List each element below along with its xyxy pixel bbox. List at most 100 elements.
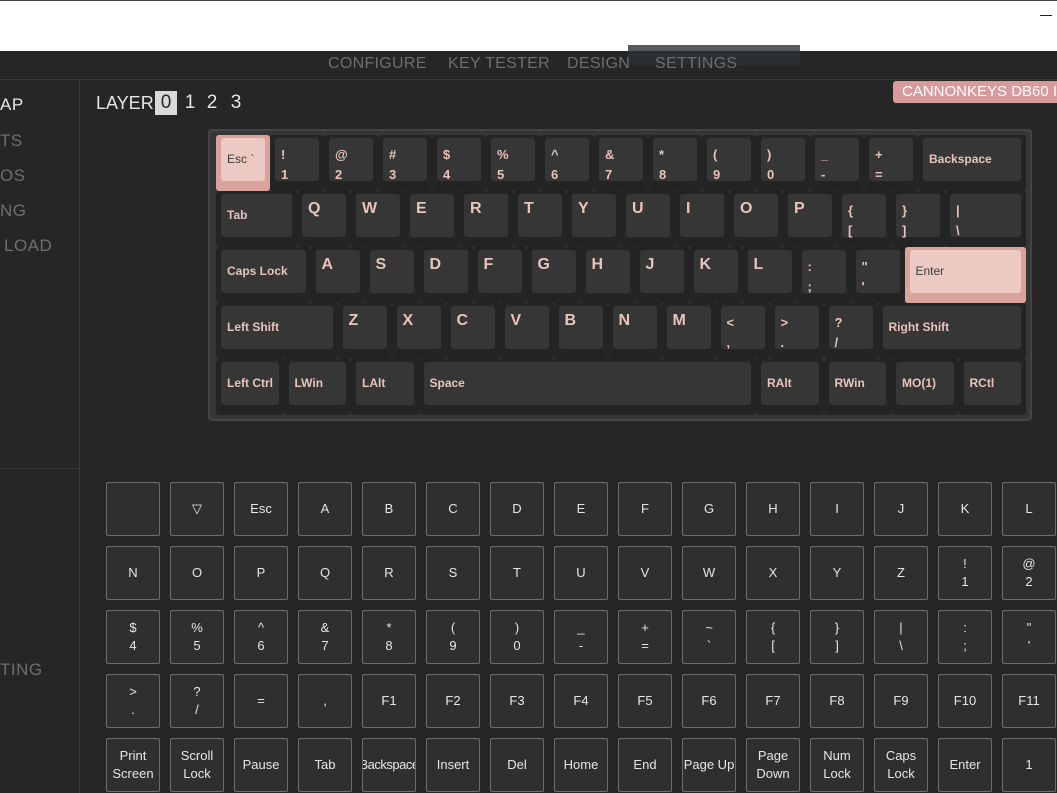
keycode-button[interactable]: Home (554, 738, 608, 792)
key[interactable]: B (553, 303, 608, 359)
key[interactable]: " ' (850, 247, 905, 303)
keycode-button[interactable]: ? / (170, 674, 224, 728)
key[interactable]: R (459, 191, 513, 247)
keycode-button[interactable]: F9 (874, 674, 928, 728)
keycode-button[interactable]: F5 (618, 674, 672, 728)
keycode-button[interactable]: K (938, 482, 992, 536)
key[interactable]: G (526, 247, 581, 303)
key[interactable]: I (675, 191, 729, 247)
key[interactable]: Z (337, 303, 392, 359)
key[interactable]: O (729, 191, 783, 247)
key[interactable]: Esc ` (216, 135, 270, 191)
keycode-button[interactable]: , (298, 674, 352, 728)
keycode-button[interactable]: F6 (682, 674, 736, 728)
keycode-button[interactable]: F8 (810, 674, 864, 728)
keycode-button[interactable]: 1 (1002, 738, 1056, 792)
key[interactable]: ( 9 (702, 135, 756, 191)
keycode-button[interactable]: F4 (554, 674, 608, 728)
key[interactable]: F (472, 247, 527, 303)
keycode-button[interactable]: F10 (938, 674, 992, 728)
keycode-button[interactable]: F11 (1002, 674, 1056, 728)
key[interactable]: ^ 6 (540, 135, 594, 191)
key[interactable]: S (364, 247, 419, 303)
keycode-button[interactable]: J (874, 482, 928, 536)
keycode-button[interactable]: X (746, 546, 800, 600)
keycode-button[interactable]: | \ (874, 610, 928, 664)
keycode-button[interactable] (106, 482, 160, 536)
sidebar-item-load[interactable]: LOAD (4, 236, 52, 256)
keycode-button[interactable]: Tab (298, 738, 352, 792)
keycode-button[interactable]: Page Up (682, 738, 736, 792)
keycode-button[interactable]: D (490, 482, 544, 536)
key[interactable]: Left Ctrl (216, 359, 284, 415)
keycode-button[interactable]: Insert (426, 738, 480, 792)
layer-button-1[interactable]: 1 (179, 91, 201, 115)
key[interactable]: M (661, 303, 716, 359)
keycode-button[interactable]: * 8 (362, 610, 416, 664)
key[interactable]: $ 4 (432, 135, 486, 191)
layer-button-2[interactable]: 2 (201, 91, 223, 115)
key[interactable]: % 5 (486, 135, 540, 191)
key[interactable]: Enter (904, 247, 1026, 303)
keycode-button[interactable]: F7 (746, 674, 800, 728)
keycode-button[interactable]: = (234, 674, 288, 728)
keycode-button[interactable]: W (682, 546, 736, 600)
layer-button-0[interactable]: 0 (155, 91, 177, 115)
keycode-button[interactable]: P (234, 546, 288, 600)
keycode-button[interactable]: N (106, 546, 160, 600)
key[interactable]: > . (769, 303, 824, 359)
sidebar-item-macros[interactable]: OS (0, 166, 26, 186)
key[interactable]: * 8 (648, 135, 702, 191)
keycode-button[interactable]: Pause (234, 738, 288, 792)
keycode-button[interactable]: V (618, 546, 672, 600)
keycode-button[interactable]: End (618, 738, 672, 792)
key[interactable]: Q (297, 191, 351, 247)
keycode-button[interactable]: _ - (554, 610, 608, 664)
key[interactable]: Tab (216, 191, 297, 247)
keycode-button[interactable]: O (170, 546, 224, 600)
keycode-button[interactable]: L (1002, 482, 1056, 536)
tab-design[interactable]: DESIGN (567, 55, 630, 73)
key[interactable]: Caps Lock (216, 247, 311, 303)
keycode-button[interactable]: S (426, 546, 480, 600)
key[interactable]: RCtl (958, 359, 1026, 415)
key[interactable]: U (621, 191, 675, 247)
key[interactable]: Y (567, 191, 621, 247)
keycode-button[interactable]: Enter (938, 738, 992, 792)
key[interactable]: { [ (837, 191, 891, 247)
keycode-button[interactable]: Esc (234, 482, 288, 536)
keycode-button[interactable]: G (682, 482, 736, 536)
key[interactable]: D (418, 247, 473, 303)
key[interactable]: Right Shift (877, 303, 1026, 359)
key[interactable]: V (499, 303, 554, 359)
key[interactable]: X (391, 303, 446, 359)
keycode-button[interactable]: : ; (938, 610, 992, 664)
keycode-button[interactable]: ^ 6 (234, 610, 288, 664)
keycode-button[interactable]: R (362, 546, 416, 600)
tab-configure[interactable]: CONFIGURE (328, 55, 427, 73)
keycode-button[interactable]: I (810, 482, 864, 536)
key[interactable]: W (351, 191, 405, 247)
key[interactable]: N (607, 303, 662, 359)
keycode-button[interactable]: " ' (1002, 610, 1056, 664)
sidebar-item-saving[interactable]: NG (0, 201, 27, 221)
key[interactable]: + = (864, 135, 918, 191)
keycode-button[interactable]: F3 (490, 674, 544, 728)
key[interactable]: P (783, 191, 837, 247)
key[interactable]: E (405, 191, 459, 247)
sidebar-item-lighting[interactable]: TS (0, 131, 23, 151)
key[interactable]: LAlt (351, 359, 419, 415)
key[interactable]: & 7 (594, 135, 648, 191)
keycode-button[interactable]: % 5 (170, 610, 224, 664)
key[interactable]: K (688, 247, 743, 303)
keycode-button[interactable]: H (746, 482, 800, 536)
key[interactable]: : ; (796, 247, 851, 303)
keycode-button[interactable]: @ 2 (1002, 546, 1056, 600)
key[interactable]: MO(1) (891, 359, 959, 415)
keycode-button[interactable]: } ] (810, 610, 864, 664)
keycode-button[interactable]: U (554, 546, 608, 600)
keycode-button[interactable]: ( 9 (426, 610, 480, 664)
keycode-button[interactable]: Z (874, 546, 928, 600)
layer-button-3[interactable]: 3 (225, 91, 247, 115)
keycode-button[interactable]: C (426, 482, 480, 536)
